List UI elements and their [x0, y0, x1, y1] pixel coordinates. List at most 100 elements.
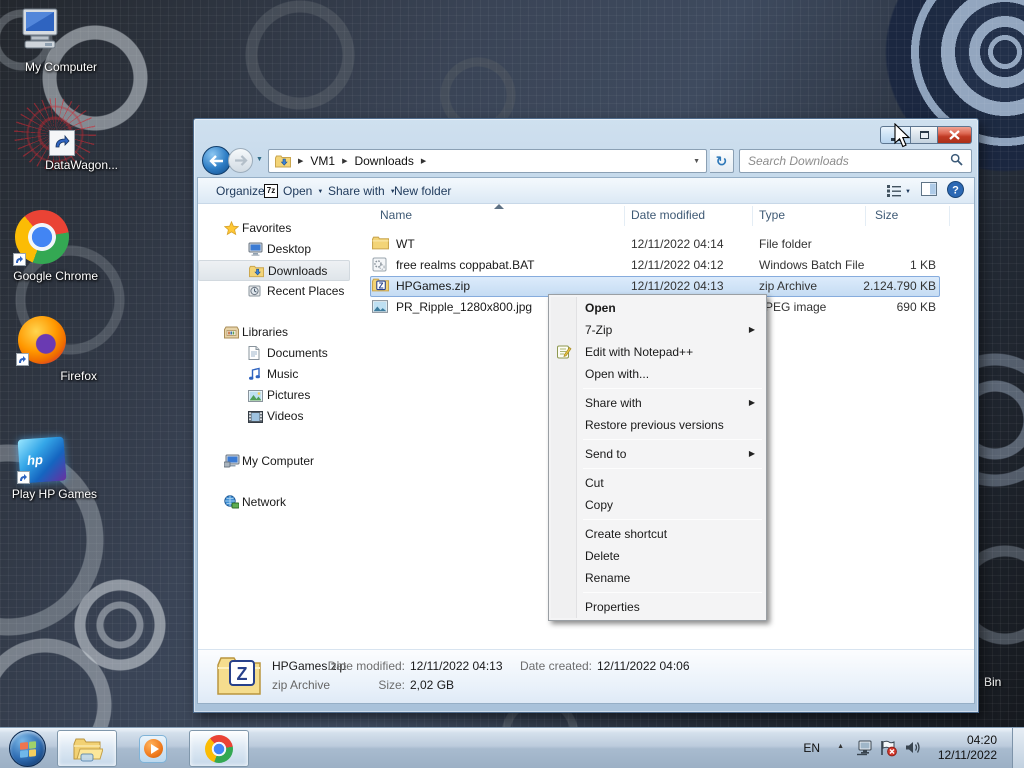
volume-icon[interactable]: [905, 740, 922, 758]
network-tray-icon[interactable]: [856, 740, 874, 759]
refresh-button[interactable]: ↻: [710, 149, 734, 173]
file-name: WT: [396, 237, 415, 251]
desktop-icon-datawagon[interactable]: DataWagon...: [20, 130, 118, 172]
menu-item-send-to[interactable]: Send to ▶: [551, 443, 764, 465]
preview-pane-button[interactable]: [921, 182, 937, 199]
explorer-icon: [73, 738, 103, 761]
open-button[interactable]: 7z Open ▼: [260, 178, 327, 203]
menu-item-copy[interactable]: Copy: [551, 494, 764, 516]
search-icon[interactable]: [950, 153, 963, 169]
sidebar-label: My Computer: [242, 454, 315, 468]
window-titlebar[interactable]: [194, 119, 978, 145]
film-icon: [248, 409, 263, 430]
views-button[interactable]: ▼: [887, 184, 911, 197]
share-with-button[interactable]: Share with ▼: [324, 178, 400, 203]
show-desktop-button[interactable]: [1012, 728, 1024, 768]
address-dropdown-icon[interactable]: ▼: [693, 158, 700, 165]
search-input-placeholder[interactable]: Search Downloads: [748, 154, 849, 168]
column-divider[interactable]: [752, 206, 753, 226]
search-box[interactable]: Search Downloads: [739, 149, 972, 173]
forward-arrow-icon: [234, 155, 248, 166]
breadcrumb-vm1[interactable]: VM1: [310, 154, 335, 168]
close-button[interactable]: [938, 126, 972, 144]
open-label: Open: [283, 183, 313, 198]
menu-item-restore-previous-versions[interactable]: Restore previous versions: [551, 414, 764, 436]
menu-item-rename[interactable]: Rename: [551, 567, 764, 589]
sidebar-item-pictures[interactable]: Pictures: [198, 385, 358, 406]
sidebar-label: Documents: [267, 346, 328, 360]
column-header-date-modified[interactable]: Date modified: [631, 208, 705, 222]
new-folder-button[interactable]: New folder: [390, 178, 455, 203]
menu-item-delete[interactable]: Delete: [551, 545, 764, 567]
column-header-type[interactable]: Type: [759, 208, 785, 222]
taskbar-chrome-button[interactable]: [189, 730, 249, 767]
menu-item-share-with[interactable]: Share with ▶: [551, 392, 764, 414]
refresh-icon: ↻: [715, 152, 728, 169]
recycle-bin-label[interactable]: Bin: [984, 675, 1001, 689]
column-header-size[interactable]: Size: [875, 208, 898, 222]
show-hidden-icons-icon[interactable]: ▲: [837, 743, 844, 750]
taskbar-clock[interactable]: 04:20 12/11/2022: [925, 733, 997, 763]
details-size-value: 2,02 GB: [410, 678, 455, 692]
taskbar-media-player-button[interactable]: [123, 730, 183, 767]
desktop-icon-google-chrome[interactable]: Google Chrome: [0, 210, 98, 283]
maximize-button[interactable]: [911, 126, 938, 144]
sidebar-label: Network: [242, 495, 287, 509]
media-player-icon: [139, 734, 167, 763]
menu-label: 7-Zip: [585, 323, 613, 337]
zip-archive-large-icon: Z: [216, 655, 262, 700]
sidebar-item-recent-places[interactable]: Recent Places: [198, 281, 358, 302]
action-center-flag-icon[interactable]: [879, 740, 898, 760]
column-divider[interactable]: [865, 206, 866, 226]
column-header-name[interactable]: Name: [380, 208, 412, 222]
menu-separator: [583, 592, 762, 593]
menu-item-open[interactable]: Open: [551, 297, 764, 319]
file-row-bat[interactable]: free realms coppabat.BAT 12/11/2022 04:1…: [358, 255, 974, 276]
file-row-wt[interactable]: WT 12/11/2022 04:14 File folder: [358, 234, 974, 255]
sidebar-item-downloads[interactable]: Downloads: [198, 260, 350, 281]
menu-item-properties[interactable]: Properties: [551, 596, 764, 618]
desktop-icon-label: Play HP Games: [11, 487, 97, 501]
menu-separator: [583, 388, 762, 389]
menu-item-7zip[interactable]: 7-Zip ▶: [551, 319, 764, 341]
menu-label: Send to: [585, 447, 627, 461]
language-indicator[interactable]: EN: [803, 741, 820, 755]
desktop-icon-play-hp-games[interactable]: hp Play HP Games: [0, 436, 97, 501]
recent-places-icon: [248, 284, 262, 305]
desktop-icon-label: DataWagon...: [45, 158, 118, 172]
menu-item-create-shortcut[interactable]: Create shortcut: [551, 523, 764, 545]
sidebar-item-music[interactable]: Music: [198, 364, 358, 385]
sidebar-item-my-computer[interactable]: My Computer: [198, 451, 358, 472]
menu-separator: [583, 468, 762, 469]
sidebar-label: Desktop: [267, 242, 312, 256]
desktop-icon-firefox[interactable]: Firefox: [0, 316, 97, 383]
sidebar-item-libraries[interactable]: Libraries: [198, 322, 358, 343]
file-size: 2.124.790 KB: [863, 279, 936, 293]
column-divider[interactable]: [624, 206, 625, 226]
start-button[interactable]: [9, 730, 46, 767]
sidebar-item-videos[interactable]: Videos: [198, 406, 358, 427]
sidebar-item-favorites[interactable]: Favorites: [198, 218, 358, 239]
network-globe-icon: [224, 495, 240, 516]
back-button[interactable]: [202, 146, 231, 175]
sidebar-item-documents[interactable]: Documents: [198, 343, 358, 364]
history-chevron-icon[interactable]: ▼: [256, 156, 263, 163]
forward-button[interactable]: [228, 148, 253, 173]
menu-label: Properties: [585, 600, 640, 614]
column-divider[interactable]: [949, 206, 950, 226]
help-button[interactable]: ?: [947, 180, 964, 201]
desktop-icon-my-computer[interactable]: My Computer: [0, 5, 97, 74]
breadcrumb-downloads[interactable]: Downloads: [354, 154, 413, 168]
menu-label: Open: [585, 301, 616, 315]
sort-ascending-icon: [494, 204, 504, 209]
sidebar-item-desktop[interactable]: Desktop: [198, 239, 358, 260]
address-bar[interactable]: ▶ VM1 ▶ Downloads ▶ ▼: [268, 149, 707, 173]
menu-item-open-with[interactable]: Open with...: [551, 363, 764, 385]
sidebar-item-network[interactable]: Network: [198, 492, 358, 513]
svg-text:Z: Z: [237, 664, 248, 684]
menu-item-cut[interactable]: Cut: [551, 472, 764, 494]
taskbar-explorer-button[interactable]: [57, 730, 117, 767]
menu-item-edit-with-notepadpp[interactable]: Edit with Notepad++: [551, 341, 764, 363]
preview-pane-icon: [921, 182, 937, 196]
sidebar-label: Favorites: [242, 221, 292, 235]
